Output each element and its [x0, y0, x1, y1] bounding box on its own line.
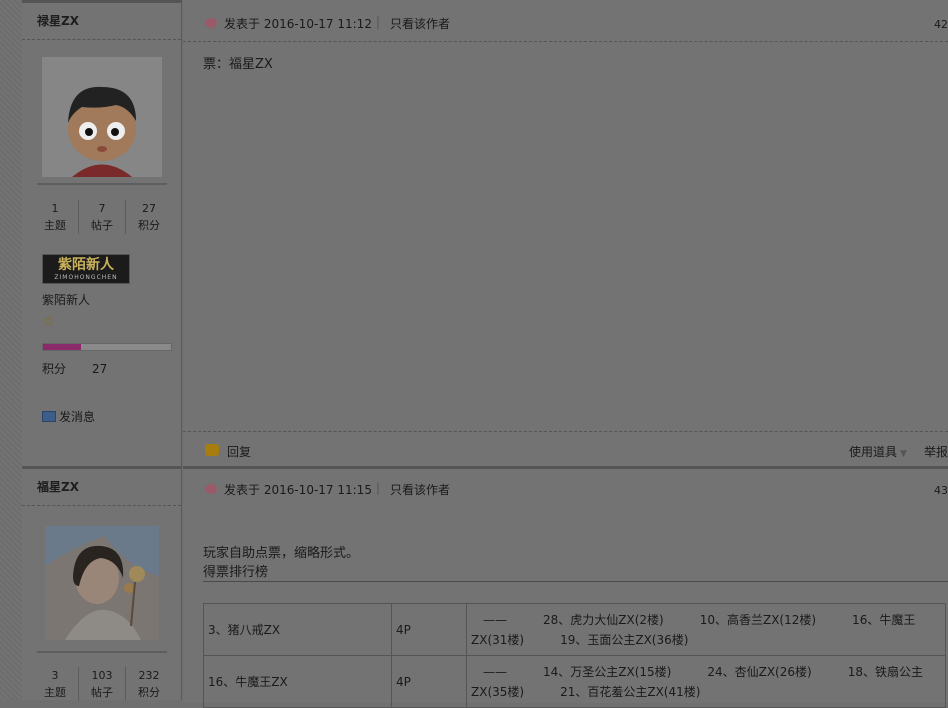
page-left-margin: [0, 0, 22, 700]
post-content-1: 发表于 2016-10-17 11:12 | 只看该作者 42 票：福星ZX 回…: [183, 0, 948, 469]
post-body-heading: 得票排行榜: [203, 565, 269, 580]
reply-button[interactable]: 回复: [227, 443, 251, 460]
post-body-line: 玩家自助点票，缩略形式。: [203, 546, 360, 561]
stat-threads[interactable]: 1 主题: [32, 200, 79, 234]
header-separator: |: [376, 481, 381, 495]
use-tools-button[interactable]: 使用道具 ▼: [849, 443, 907, 460]
stat-posts[interactable]: 103 帖子: [79, 667, 126, 701]
author-name-link[interactable]: 禄星ZX: [22, 3, 181, 40]
star-icon: ☆: [42, 314, 55, 330]
floor-number[interactable]: 43: [934, 484, 948, 497]
author-stats: 3 主题 103 帖子 232 积分: [32, 667, 172, 701]
rank-name: 紫陌新人: [42, 293, 91, 307]
cartoon-boy-avatar-icon: [42, 57, 162, 177]
post-header: 发表于 2016-10-17 11:12 | 只看该作者 42: [183, 3, 948, 42]
header-separator: |: [376, 15, 381, 29]
post-timestamp: 发表于 2016-10-17 11:12: [224, 17, 372, 31]
reply-icon: [205, 444, 219, 456]
table-cell-votes: 4P: [391, 603, 467, 656]
stat-points[interactable]: 232 积分: [126, 667, 172, 701]
chevron-down-icon: ▼: [900, 449, 907, 459]
author-name-link[interactable]: 福星ZX: [22, 469, 181, 506]
post-timestamp: 发表于 2016-10-17 11:15: [224, 483, 372, 497]
report-button[interactable]: 举报: [924, 443, 948, 460]
floor-number[interactable]: 42: [934, 18, 948, 31]
woman-photo-avatar-icon: [45, 526, 159, 640]
only-author-link[interactable]: 只看该作者: [390, 15, 450, 32]
points-progress-fill: [43, 344, 82, 350]
author-avatar[interactable]: [45, 526, 159, 640]
avatar-divider: [37, 651, 167, 653]
content-divider: [203, 581, 948, 582]
envelope-icon: [42, 411, 56, 422]
table-cell-detail: —— 28、虎力大仙ZX(2楼) 10、高香兰ZX(12楼) 16、牛魔王ZX(…: [466, 603, 946, 656]
stat-points[interactable]: 27 积分: [126, 200, 172, 234]
stat-threads[interactable]: 3 主题: [32, 667, 79, 701]
only-author-link[interactable]: 只看该作者: [390, 481, 450, 498]
post-body: 票：福星ZX: [203, 57, 273, 72]
send-message-link[interactable]: 发消息: [42, 408, 95, 425]
stat-posts[interactable]: 7 帖子: [79, 200, 126, 234]
post-header: 发表于 2016-10-17 11:15 | 只看该作者 43: [183, 469, 948, 507]
post-status-icon: [205, 18, 217, 28]
score-row: 积分 27: [42, 362, 108, 376]
table-cell-name: 3、猪八戒ZX: [203, 603, 392, 656]
author-panel-2: 福星ZX 3 主题 103 帖子 232 积分: [22, 466, 182, 701]
post-status-icon: [205, 484, 217, 494]
author-stats: 1 主题 7 帖子 27 积分: [32, 200, 172, 234]
table-row: 3、猪八戒ZX 4P —— 28、虎力大仙ZX(2楼) 10、高香兰ZX(12楼…: [203, 603, 946, 656]
avatar-divider: [37, 183, 167, 185]
rank-badge: 紫陌新人 ZIMOHONGCHEN: [42, 254, 130, 284]
points-progress-bar: [42, 343, 172, 351]
author-avatar[interactable]: [42, 57, 162, 177]
post-content-2: 发表于 2016-10-17 11:15 | 只看该作者 43 玩家自助点票，缩…: [183, 466, 948, 708]
post-footer: 回复 使用道具 ▼ 举报: [183, 431, 948, 470]
author-panel-1: 禄星ZX 1 主题 7 帖子 27 积分 紫陌新人 ZIMOHONGCHEN 紫陌新人…: [22, 0, 182, 466]
ranking-table: 3、猪八戒ZX 4P —— 28、虎力大仙ZX(2楼) 10、高香兰ZX(12楼…: [203, 603, 946, 708]
